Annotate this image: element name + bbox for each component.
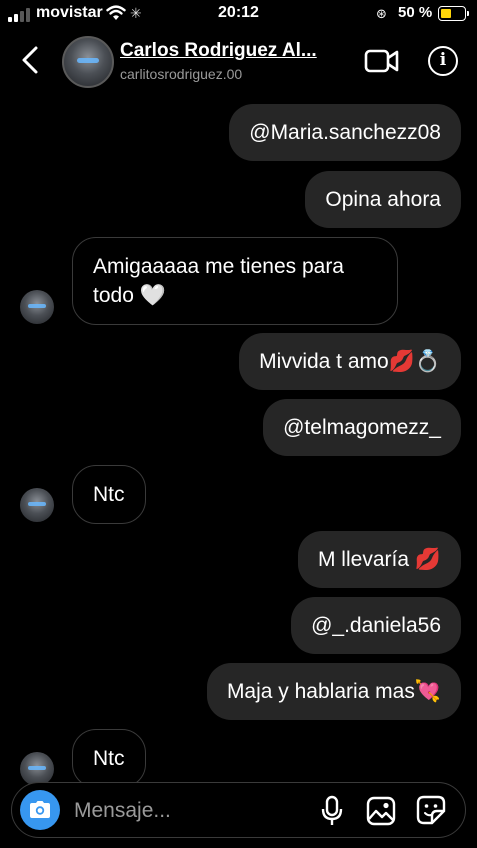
message-bubble-incoming[interactable]: Ntc [72,465,146,524]
message-bubble-outgoing[interactable]: Maja y hablaria mas💘 [206,663,461,720]
message-text-line: todo 🤍 [93,284,166,307]
message-bubble-outgoing[interactable]: @telmagomezz_ [263,399,461,456]
avatar[interactable] [20,488,54,522]
chevron-left-icon[interactable] [18,44,44,76]
chat-header: Carlos Rodriguez Al... carlitosrodriguez… [0,28,477,94]
battery-fill [441,9,451,18]
status-bar: movistar ✳ 20:12 ⊛ 50 % [0,0,477,28]
gallery-icon[interactable] [366,796,396,826]
message-bubble-outgoing[interactable]: @_.daniela56 [291,597,461,654]
camera-icon [30,801,50,818]
camera-button[interactable] [20,790,60,830]
avatar[interactable] [62,36,114,88]
message-bubble-incoming[interactable]: Ntc [72,729,146,788]
contact-name[interactable]: Carlos Rodriguez Al... [120,40,317,62]
sticker-icon[interactable] [416,795,446,825]
message-composer [11,782,466,838]
message-bubble-outgoing[interactable]: @Maria.sanchezz08 [229,104,461,161]
message-bubble-outgoing[interactable]: Mivvida t amo💋💍 [239,333,461,390]
avatar[interactable] [20,752,54,786]
avatar[interactable] [20,290,54,324]
contact-username: carlitosrodriguez.00 [120,66,243,82]
message-bubble-outgoing[interactable]: M llevaría 💋 [297,531,461,588]
message-input[interactable] [72,795,276,827]
battery-percent: 50 % [398,4,433,21]
message-bubble-outgoing[interactable]: Opina ahora [305,171,461,228]
battery-icon [438,6,469,21]
microphone-icon[interactable] [320,795,344,827]
message-text-line: Amigaaaaa me tienes para [93,255,344,278]
orientation-lock-icon: ⊛ [376,6,387,21]
info-icon[interactable]: i [428,46,458,76]
message-bubble-incoming[interactable]: Amigaaaaa me tienes para todo 🤍 [72,237,398,325]
video-call-icon[interactable] [364,46,400,76]
